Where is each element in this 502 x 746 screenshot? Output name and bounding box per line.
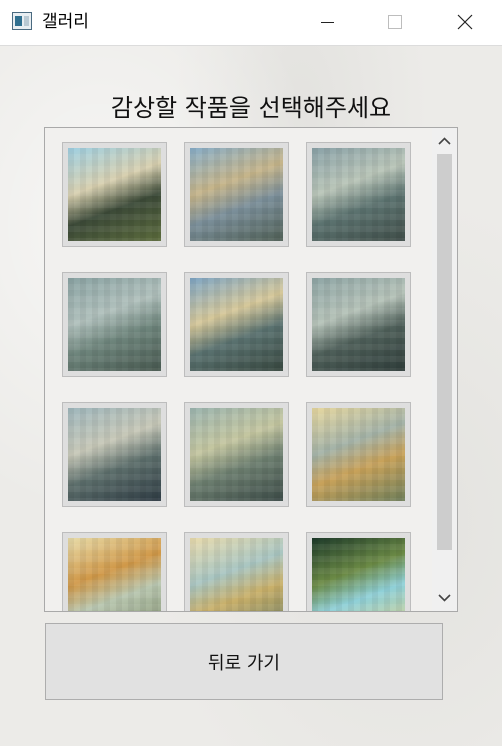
artwork-image	[190, 408, 283, 501]
artwork-thumbnail[interactable]	[184, 142, 289, 247]
artwork-thumbnail[interactable]	[62, 142, 167, 247]
gallery-window: 갤러리 감상할 작품을 선택해주세요 뒤로 가기	[0, 0, 502, 746]
artwork-image	[68, 278, 161, 371]
artwork-thumbnail[interactable]	[306, 142, 411, 247]
artwork-thumbnail[interactable]	[184, 272, 289, 377]
scrollbar-thumb[interactable]	[437, 154, 452, 550]
chevron-down-icon	[438, 594, 451, 602]
title-bar[interactable]: 갤러리	[0, 0, 502, 46]
artwork-image	[190, 148, 283, 241]
artwork-image	[312, 278, 405, 371]
vertical-scrollbar[interactable]	[432, 128, 457, 611]
artwork-thumbnail[interactable]	[62, 402, 167, 507]
artwork-thumbnail[interactable]	[306, 402, 411, 507]
artwork-image	[312, 408, 405, 501]
minimize-button[interactable]	[304, 0, 350, 45]
thumbnail-grid	[45, 128, 433, 611]
window-title: 갤러리	[42, 12, 89, 32]
scroll-up-button[interactable]	[432, 128, 457, 154]
artwork-thumbnail[interactable]	[184, 532, 289, 611]
artwork-thumbnail[interactable]	[306, 532, 411, 611]
maximize-button[interactable]	[372, 0, 418, 45]
artwork-image	[190, 278, 283, 371]
back-button[interactable]: 뒤로 가기	[45, 623, 443, 700]
artwork-image	[68, 148, 161, 241]
close-button[interactable]	[442, 0, 488, 45]
scroll-down-button[interactable]	[432, 585, 457, 611]
minimize-icon	[321, 22, 334, 23]
chevron-up-icon	[438, 137, 451, 145]
artwork-gallery	[44, 127, 458, 612]
maximize-icon	[388, 15, 402, 29]
artwork-thumbnail[interactable]	[306, 272, 411, 377]
close-icon	[457, 14, 473, 30]
artwork-image	[312, 538, 405, 611]
artwork-thumbnail[interactable]	[62, 532, 167, 611]
artwork-thumbnail[interactable]	[184, 402, 289, 507]
artwork-image	[190, 538, 283, 611]
artwork-image	[68, 538, 161, 611]
artwork-image	[68, 408, 161, 501]
artwork-thumbnail[interactable]	[62, 272, 167, 377]
app-icon	[12, 12, 32, 30]
page-heading: 감상할 작품을 선택해주세요	[110, 94, 392, 122]
artwork-image	[312, 148, 405, 241]
